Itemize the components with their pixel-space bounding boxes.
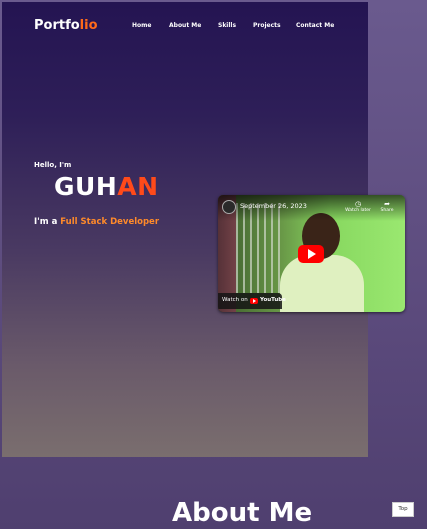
nav-about-me[interactable]: About Me	[169, 22, 201, 29]
logo-accent: lio	[79, 18, 98, 33]
hero-name-accent: AN	[117, 172, 159, 201]
nav-skills[interactable]: Skills	[218, 22, 236, 29]
hero-greeting: Hello, I'm	[34, 161, 72, 169]
watch-on-label: Watch on	[222, 297, 248, 303]
share-label: Share	[380, 208, 394, 213]
youtube-video-embed[interactable]: September 26, 2023 ◷ Watch later ➦ Share…	[218, 195, 405, 312]
nav-projects[interactable]: Projects	[253, 22, 281, 29]
scroll-top-button[interactable]: Top	[392, 502, 414, 517]
youtube-wordmark: YouTube	[260, 297, 286, 303]
play-button[interactable]	[298, 245, 324, 263]
hero-role-prefix: I'm a	[34, 217, 58, 227]
hero-role-accent: Full Stack Developer	[60, 217, 160, 227]
youtube-logo-icon	[250, 298, 258, 304]
site-logo[interactable]: Portfolio	[34, 18, 98, 33]
nav-contact-me[interactable]: Contact Me	[296, 22, 334, 29]
nav-home[interactable]: Home	[132, 22, 151, 29]
watch-on-youtube-button[interactable]: Watch on YouTube	[218, 293, 286, 309]
hero-name-main: GUH	[54, 172, 118, 201]
channel-avatar[interactable]	[222, 200, 236, 214]
about-section-title: About Me	[172, 498, 313, 528]
share-icon: ➦	[384, 200, 390, 208]
thumbnail-person-body	[280, 255, 364, 312]
hero-name: GUHAN	[54, 172, 159, 201]
share-button[interactable]: ➦ Share	[365, 200, 405, 213]
video-title[interactable]: September 26, 2023	[240, 202, 307, 210]
hero-role: I'm a Full Stack Developer	[34, 217, 159, 227]
logo-text: Portfo	[34, 18, 80, 33]
